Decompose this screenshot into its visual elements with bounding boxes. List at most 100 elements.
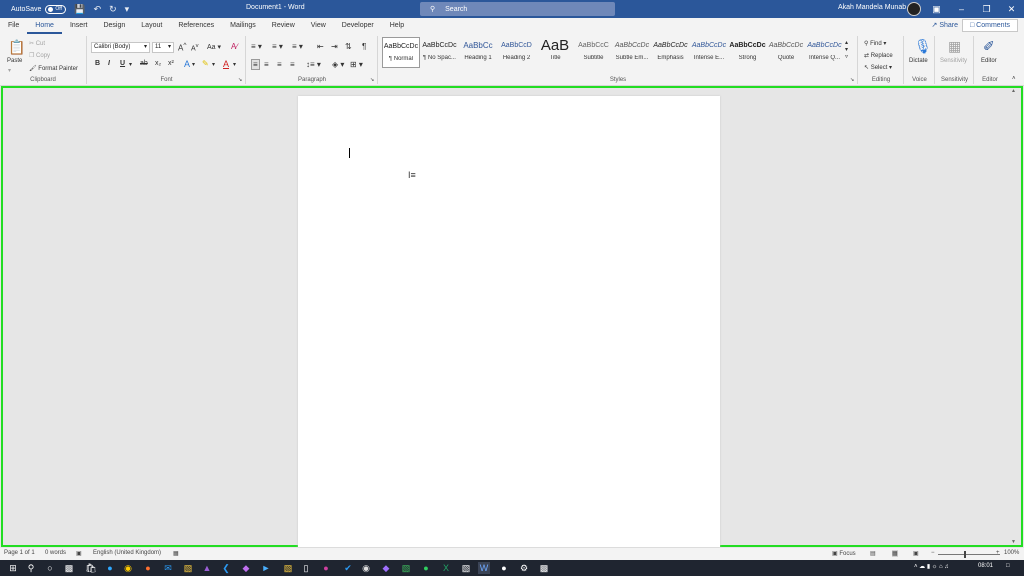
user-name[interactable]: Akah Mandela Munab — [838, 4, 906, 11]
select-button[interactable]: ↖ Select ▾ — [864, 64, 892, 71]
paste-dropdown-icon[interactable]: ▾ — [8, 67, 11, 74]
comments-button[interactable]: □ Comments — [962, 19, 1018, 32]
scroll-up-icon[interactable]: ▲ — [1011, 88, 1016, 94]
mail-icon[interactable]: ✉ — [162, 562, 174, 574]
editor-pen-icon[interactable]: ✐ — [983, 38, 995, 55]
tab-design[interactable]: Design — [95, 18, 133, 34]
line-spacing-icon[interactable]: ↕≡ ▾ — [306, 60, 321, 69]
page-count[interactable]: Page 1 of 1 — [4, 550, 35, 556]
restore-icon[interactable]: ❐ — [974, 0, 999, 18]
tab-layout[interactable]: Layout — [133, 18, 170, 34]
change-case-button[interactable]: Aa ▾ — [207, 43, 221, 51]
style-item[interactable]: AaBbCcDc ¶ Normal — [382, 37, 420, 68]
zoom-level[interactable]: 100% — [1004, 550, 1019, 556]
chrome-icon[interactable]: ◉ — [122, 562, 134, 574]
vs-code-icon[interactable]: ❮ — [220, 562, 232, 574]
app-icon-6[interactable]: ▧ — [400, 562, 412, 574]
app-icon-3[interactable]: ● — [320, 562, 332, 574]
minimize-icon[interactable]: – — [949, 0, 974, 18]
edge-icon[interactable]: ● — [104, 562, 116, 574]
cortana-icon[interactable]: ○ — [44, 562, 56, 574]
start-icon[interactable]: ⊞ — [7, 562, 19, 574]
style-item[interactable]: AaBbCcD Heading 2 — [498, 37, 536, 68]
subscript-button[interactable]: x₂ — [155, 60, 161, 67]
increase-indent-icon[interactable]: ⇥ — [331, 42, 338, 51]
redo-icon[interactable]: ↻ — [109, 4, 117, 15]
align-right-icon[interactable]: ≡ — [277, 60, 282, 69]
style-item[interactable]: AaBbCcDc Quote — [767, 37, 805, 68]
tab-insert[interactable]: Insert — [62, 18, 96, 34]
editor-button[interactable]: Editor — [981, 58, 997, 64]
tab-review[interactable]: Review — [264, 18, 303, 34]
font-color-icon[interactable]: A — [223, 59, 229, 69]
highlight-icon[interactable]: ✎ — [202, 59, 209, 68]
zoom-in-icon[interactable]: + — [996, 550, 1000, 556]
search-icon[interactable]: ⚲ — [25, 562, 37, 574]
align-left-icon[interactable]: ≡ — [251, 59, 260, 70]
app-icon-9[interactable]: ▩ — [538, 562, 550, 574]
app-icon-7[interactable]: ▧ — [460, 562, 472, 574]
app-icon-2[interactable]: ► — [260, 562, 272, 574]
settings-icon[interactable]: ⚙ — [518, 562, 530, 574]
vertical-scrollbar[interactable]: ▲ ▼ — [1011, 88, 1019, 545]
cut-button[interactable]: ✂ Cut — [29, 40, 45, 47]
proofing-icon[interactable]: ▣ — [76, 550, 82, 557]
shrink-font-button[interactable]: Av — [191, 43, 199, 52]
close-icon[interactable]: ✕ — [999, 0, 1024, 18]
web-layout-icon[interactable]: ▣ — [913, 550, 919, 557]
font-dialog-launcher-icon[interactable]: ↘ — [238, 77, 242, 83]
copy-button[interactable]: ❐ Copy — [29, 52, 50, 59]
style-item[interactable]: AaBbCc Heading 1 — [459, 37, 497, 68]
whatsapp-icon[interactable]: ● — [420, 562, 432, 574]
excel-icon[interactable]: X — [440, 562, 452, 574]
print-layout-icon[interactable]: ▦ — [892, 550, 898, 557]
store-icon[interactable]: 🛍 — [85, 562, 97, 574]
style-item[interactable]: AaBbCcDc Intense E... — [690, 37, 728, 68]
zoom-out-icon[interactable]: − — [931, 550, 935, 556]
macro-recording-icon[interactable]: ▦ — [173, 550, 179, 557]
text-effects-icon[interactable]: A — [184, 59, 190, 69]
app-icon-5[interactable]: ◆ — [380, 562, 392, 574]
style-item[interactable]: AaBbCcC Subtitle — [575, 37, 613, 68]
autosave-toggle[interactable]: Off — [45, 4, 67, 14]
dictate-button[interactable]: Dictate — [909, 58, 928, 64]
check-icon[interactable]: ✔ — [342, 562, 354, 574]
app-icon-4[interactable]: ◉ — [360, 562, 372, 574]
ribbon-display-options-icon[interactable]: ▣ — [924, 0, 949, 18]
decrease-indent-icon[interactable]: ⇤ — [317, 42, 324, 51]
undo-icon[interactable]: ↶ — [94, 4, 102, 15]
language-indicator[interactable]: English (United Kingdom) — [93, 550, 161, 556]
document-area[interactable]: I≡ ▲ ▼ — [1, 86, 1023, 547]
grow-font-button[interactable]: A^ — [178, 42, 186, 53]
tab-help[interactable]: Help — [382, 18, 412, 34]
sensitivity-icon[interactable]: ▦ — [948, 38, 961, 55]
word-count[interactable]: 0 words — [45, 550, 66, 556]
styles-scroll-icons[interactable]: ▴ ▾ ▿ — [845, 40, 848, 61]
task-view-icon[interactable]: ▩ — [63, 562, 75, 574]
multilevel-list-icon[interactable]: ≡ ▾ — [292, 42, 303, 51]
scroll-down-icon[interactable]: ▼ — [1011, 539, 1016, 545]
read-mode-icon[interactable]: ▤ — [870, 550, 876, 557]
style-item[interactable]: AaBbCcDc Emphasis — [652, 37, 690, 68]
sort-icon[interactable]: ⇅ — [345, 42, 352, 51]
paste-icon[interactable]: 📋 — [8, 39, 25, 56]
italic-button[interactable]: I — [108, 60, 110, 67]
superscript-button[interactable]: x² — [168, 60, 174, 67]
style-item[interactable]: AaB Title — [536, 37, 574, 68]
tab-view[interactable]: View — [303, 18, 334, 34]
app-icon-8[interactable]: ● — [498, 562, 510, 574]
zoom-slider-knob[interactable] — [964, 551, 966, 558]
clear-formatting-icon[interactable]: A∕ — [231, 42, 238, 51]
bold-button[interactable]: B — [95, 60, 100, 67]
system-tray-icons[interactable]: ˄ ☁ ▮ ☼ ⌂ ♫ — [914, 563, 949, 570]
tab-developer[interactable]: Developer — [334, 18, 382, 34]
tab-home[interactable]: Home — [27, 18, 62, 34]
tab-references[interactable]: References — [170, 18, 222, 34]
underline-button[interactable]: U — [120, 60, 125, 67]
font-color-dropdown-icon[interactable]: ▾ — [233, 61, 236, 68]
styles-dialog-launcher-icon[interactable]: ↘ — [850, 77, 854, 83]
align-center-icon[interactable]: ≡ — [264, 60, 269, 69]
shading-icon[interactable]: ◈ ▾ — [332, 60, 344, 69]
collapse-ribbon-icon[interactable]: ˄ — [1012, 76, 1016, 82]
notifications-icon[interactable]: □ — [1006, 563, 1010, 569]
